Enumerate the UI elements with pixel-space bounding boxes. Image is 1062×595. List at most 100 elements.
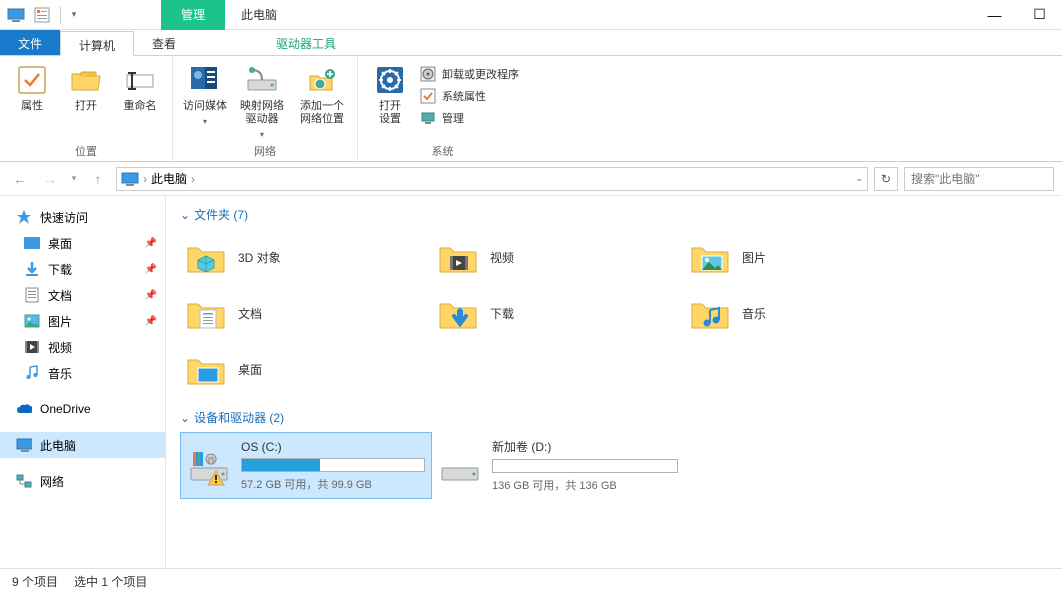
chevron-right-icon[interactable]: ›: [191, 172, 195, 186]
titlebar: ▾ 管理 此电脑 — ☐: [0, 0, 1062, 30]
chevron-right-icon[interactable]: ›: [143, 172, 147, 186]
sidebar-item-onedrive[interactable]: OneDrive: [0, 396, 165, 422]
folder-icon: [688, 237, 732, 277]
rename-button[interactable]: 重命名: [116, 60, 164, 113]
properties-button[interactable]: 属性: [8, 60, 56, 113]
open-button[interactable]: 打开: [62, 60, 110, 113]
status-bar: 9 个项目 选中 1 个项目: [0, 568, 1062, 594]
sidebar-item-quick-access[interactable]: 快速访问: [0, 204, 165, 230]
ribbon-group-system: 打开 设置 卸载或更改程序 系统属性 管理 系统: [358, 56, 527, 161]
sidebar-item-videos[interactable]: 视频: [0, 334, 165, 360]
sidebar-item-network[interactable]: 网络: [0, 468, 165, 494]
status-selected-count: 选中 1 个项目: [74, 573, 147, 590]
folder-icon: [436, 237, 480, 277]
folder-music[interactable]: 音乐: [684, 285, 936, 341]
navigation-tree: 快速访问 桌面📌 下载📌 文档📌 图片📌 视频 音乐 One: [0, 196, 166, 568]
drive-icon: [187, 446, 231, 486]
system-properties-button[interactable]: 系统属性: [420, 88, 519, 104]
chevron-down-icon: ⌄: [180, 208, 190, 222]
open-settings-button[interactable]: 打开 设置: [366, 60, 414, 126]
drive-usage-bar: [492, 459, 678, 473]
maximize-button[interactable]: ☐: [1017, 0, 1062, 30]
folder-icon: [184, 237, 228, 277]
back-button[interactable]: ←: [8, 167, 32, 191]
properties-qat-icon[interactable]: [30, 3, 54, 27]
media-icon: [189, 64, 221, 96]
add-location-icon: [306, 64, 338, 96]
minimize-button[interactable]: —: [972, 0, 1017, 30]
breadcrumb-dropdown-icon[interactable]: ⌄: [855, 173, 863, 184]
sidebar-item-documents[interactable]: 文档📌: [0, 282, 165, 308]
pc-icon[interactable]: [4, 3, 28, 27]
ribbon-group-label: 位置: [75, 141, 97, 159]
sidebar-item-pictures[interactable]: 图片📌: [0, 308, 165, 334]
manage-button[interactable]: 管理: [420, 110, 519, 126]
tab-computer[interactable]: 计算机: [60, 31, 134, 56]
pc-icon: [16, 437, 32, 453]
music-icon: [24, 365, 40, 381]
download-icon: [24, 261, 40, 277]
folder-icon: [184, 293, 228, 333]
pictures-icon: [24, 313, 40, 329]
folder-downloads[interactable]: 下载: [432, 285, 684, 341]
ribbon-group-label: 系统: [432, 141, 454, 159]
rename-icon: [124, 64, 156, 96]
tab-drive-tools[interactable]: 驱动器工具: [258, 30, 354, 55]
sidebar-item-music[interactable]: 音乐: [0, 360, 165, 386]
drive-c[interactable]: OS (C:) 57.2 GB 可用，共 99.9 GB: [180, 432, 432, 499]
breadcrumb-segment[interactable]: 此电脑: [151, 170, 187, 187]
ribbon-group-network: 访问媒体 ▾ 映射网络 驱动器 ▾ 添加一个 网络位置 网络: [173, 56, 358, 161]
breadcrumb[interactable]: › 此电脑 › ⌄: [116, 167, 868, 191]
sidebar-item-this-pc[interactable]: 此电脑: [0, 432, 165, 458]
section-drives-header[interactable]: ⌄设备和驱动器 (2): [180, 409, 1048, 426]
qat-dropdown-icon[interactable]: ▾: [67, 3, 81, 27]
pin-icon: 📌: [145, 238, 157, 249]
folder-pictures[interactable]: 图片: [684, 229, 936, 285]
drive-icon: [438, 446, 482, 486]
manage-context-tab: 管理: [161, 0, 225, 30]
map-drive-icon: [246, 64, 278, 96]
uninstall-programs-button[interactable]: 卸载或更改程序: [420, 66, 519, 82]
recent-dropdown[interactable]: ▾: [68, 167, 80, 191]
document-icon: [24, 287, 40, 303]
desktop-icon: [24, 235, 40, 251]
map-drive-button[interactable]: 映射网络 驱动器 ▾: [235, 60, 289, 139]
content-pane: ⌄文件夹 (7) 3D 对象 视频 图片 文档 下载: [166, 196, 1062, 568]
section-folders-header[interactable]: ⌄文件夹 (7): [180, 206, 1048, 223]
drive-d[interactable]: 新加卷 (D:) 136 GB 可用，共 136 GB: [432, 432, 684, 499]
drive-usage-bar: [241, 458, 425, 472]
pin-icon: 📌: [145, 290, 157, 301]
video-icon: [24, 339, 40, 355]
sidebar-item-desktop[interactable]: 桌面📌: [0, 230, 165, 256]
main-area: 快速访问 桌面📌 下载📌 文档📌 图片📌 视频 音乐 One: [0, 196, 1062, 568]
manage-icon: [420, 110, 436, 126]
folders-grid: 3D 对象 视频 图片 文档 下载 音乐: [180, 229, 1048, 397]
onedrive-icon: [16, 401, 32, 417]
tab-view[interactable]: 查看: [134, 30, 194, 55]
star-icon: [16, 209, 32, 225]
folder-3d-objects[interactable]: 3D 对象: [180, 229, 432, 285]
folder-desktop[interactable]: 桌面: [180, 341, 432, 397]
folder-documents[interactable]: 文档: [180, 285, 432, 341]
forward-button[interactable]: →: [38, 167, 62, 191]
ribbon: 属性 打开 重命名 位置 访问媒体 ▾ 映射网络 驱动器 ▾: [0, 56, 1062, 162]
drives-grid: OS (C:) 57.2 GB 可用，共 99.9 GB 新加卷 (D:) 13…: [180, 432, 1048, 499]
refresh-button[interactable]: ↻: [874, 167, 898, 191]
pin-icon: 📌: [145, 264, 157, 275]
add-network-location-button[interactable]: 添加一个 网络位置: [295, 60, 349, 126]
chevron-down-icon: ⌄: [180, 411, 190, 425]
status-item-count: 9 个项目: [12, 573, 58, 590]
sys-props-icon: [420, 88, 436, 104]
folder-videos[interactable]: 视频: [432, 229, 684, 285]
pin-icon: 📌: [145, 316, 157, 327]
ribbon-tabs: 文件 计算机 查看 驱动器工具: [0, 30, 1062, 56]
ribbon-group-label: 网络: [254, 141, 276, 159]
window-title: 此电脑: [225, 6, 277, 23]
up-button[interactable]: ↑: [86, 167, 110, 191]
network-icon: [16, 473, 32, 489]
folder-icon: [184, 349, 228, 389]
search-input[interactable]: [904, 167, 1054, 191]
sidebar-item-downloads[interactable]: 下载📌: [0, 256, 165, 282]
access-media-button[interactable]: 访问媒体 ▾: [181, 60, 229, 126]
tab-file[interactable]: 文件: [0, 30, 60, 55]
